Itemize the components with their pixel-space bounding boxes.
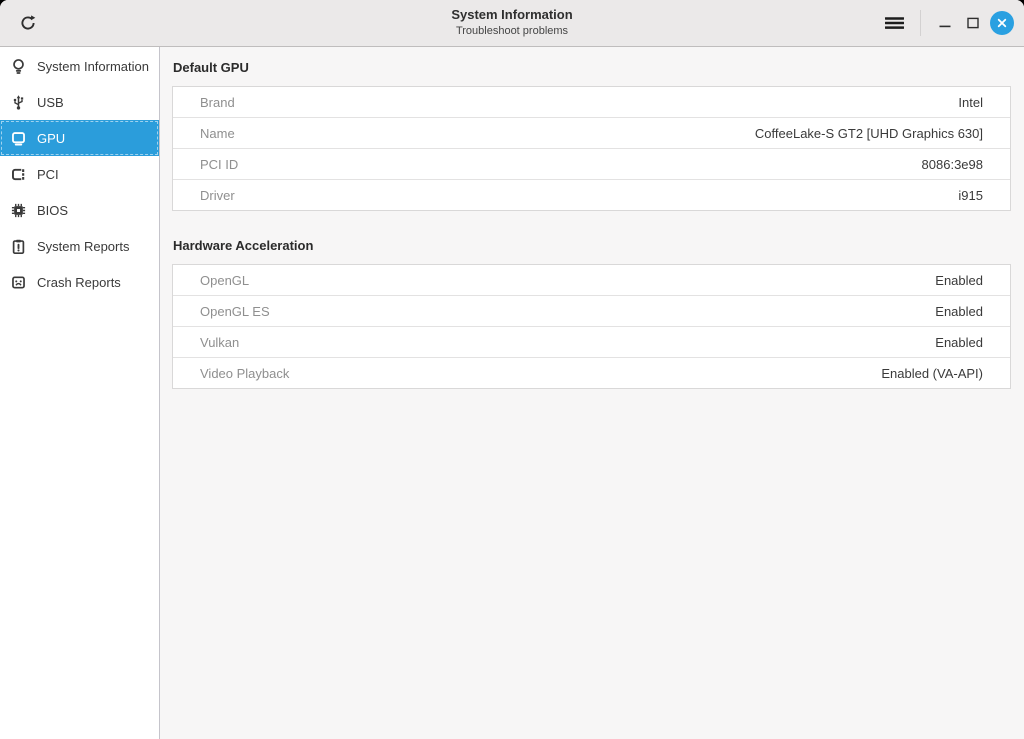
row-label: Brand [200, 95, 235, 110]
info-table: OpenGL Enabled OpenGL ES Enabled Vulkan Enabl… [172, 264, 1011, 389]
refresh-icon [19, 14, 37, 32]
row-label: Video Playback [200, 366, 289, 381]
table-row: PCI ID 8086:3e98 [173, 149, 1010, 180]
info-table: Brand Intel Name CoffeeLake-S GT2 [UHD Grap… [172, 86, 1011, 211]
sidebar-item-label: USB [37, 95, 64, 110]
window-subtitle: Troubleshoot problems [451, 25, 572, 38]
hamburger-menu-icon [884, 15, 905, 31]
row-label: OpenGL ES [200, 304, 270, 319]
titlebar-controls [878, 7, 1024, 39]
sidebar-item-label: GPU [37, 131, 65, 146]
sidebar-item-system-reports[interactable]: System Reports [0, 228, 159, 264]
usb-icon [10, 94, 27, 111]
row-value: Intel [958, 95, 983, 110]
menu-button[interactable] [878, 7, 910, 39]
table-row: Video Playback Enabled (VA-API) [173, 358, 1010, 388]
row-label: PCI ID [200, 157, 238, 172]
row-value: Enabled (VA-API) [881, 366, 983, 381]
row-value: Enabled [935, 304, 983, 319]
table-row: Vulkan Enabled [173, 327, 1010, 358]
row-value: CoffeeLake-S GT2 [UHD Graphics 630] [755, 126, 983, 141]
row-value: Enabled [935, 335, 983, 350]
chip-icon [10, 202, 27, 219]
table-row: OpenGL ES Enabled [173, 296, 1010, 327]
lightbulb-icon [10, 58, 27, 75]
close-circle [990, 11, 1014, 35]
crash-face-icon [10, 274, 27, 291]
row-label: OpenGL [200, 273, 249, 288]
sidebar-item-label: PCI [37, 167, 59, 182]
close-icon [996, 17, 1008, 29]
row-value: Enabled [935, 273, 983, 288]
table-row: Brand Intel [173, 87, 1010, 118]
sidebar-item-system-information[interactable]: System Information [0, 48, 159, 84]
titlebar: System Information Troubleshoot problems [0, 0, 1024, 47]
table-row: Name CoffeeLake-S GT2 [UHD Graphics 630] [173, 118, 1010, 149]
titlebar-separator [920, 10, 921, 36]
content: Default GPU Brand Intel Name CoffeeLake-S GT… [160, 47, 1024, 739]
table-row: Driver i915 [173, 180, 1010, 210]
window-title: System Information [451, 8, 572, 23]
sidebar-item-gpu[interactable]: GPU [0, 120, 159, 156]
pci-card-icon [10, 166, 27, 183]
clipboard-icon [10, 238, 27, 255]
sidebar-item-usb[interactable]: USB [0, 84, 159, 120]
row-label: Driver [200, 188, 235, 203]
table-row: OpenGL Enabled [173, 265, 1010, 296]
sidebar-item-label: System Information [37, 59, 149, 74]
section-heading: Default GPU [173, 60, 1011, 75]
row-label: Name [200, 126, 235, 141]
maximize-icon [967, 17, 979, 29]
minimize-icon [939, 17, 951, 29]
monitor-icon [10, 130, 27, 147]
app-window: System Information Troubleshoot problems… [0, 0, 1024, 739]
maximize-button[interactable] [959, 7, 987, 39]
sidebar-item-crash-reports[interactable]: Crash Reports [0, 264, 159, 300]
close-button[interactable] [987, 8, 1017, 38]
sidebar-item-label: System Reports [37, 239, 129, 254]
minimize-button[interactable] [931, 7, 959, 39]
refresh-button[interactable] [12, 7, 44, 39]
row-label: Vulkan [200, 335, 239, 350]
sidebar-item-pci[interactable]: PCI [0, 156, 159, 192]
app-body: System Information USB GPU PCI BIOS System Re… [0, 47, 1024, 739]
sidebar-item-bios[interactable]: BIOS [0, 192, 159, 228]
sidebar: System Information USB GPU PCI BIOS System Re… [0, 47, 160, 739]
sidebar-item-label: BIOS [37, 203, 68, 218]
row-value: i915 [958, 188, 983, 203]
sidebar-item-label: Crash Reports [37, 275, 121, 290]
title-block: System Information Troubleshoot problems [451, 8, 572, 38]
row-value: 8086:3e98 [922, 157, 983, 172]
section-heading: Hardware Acceleration [173, 238, 1011, 253]
